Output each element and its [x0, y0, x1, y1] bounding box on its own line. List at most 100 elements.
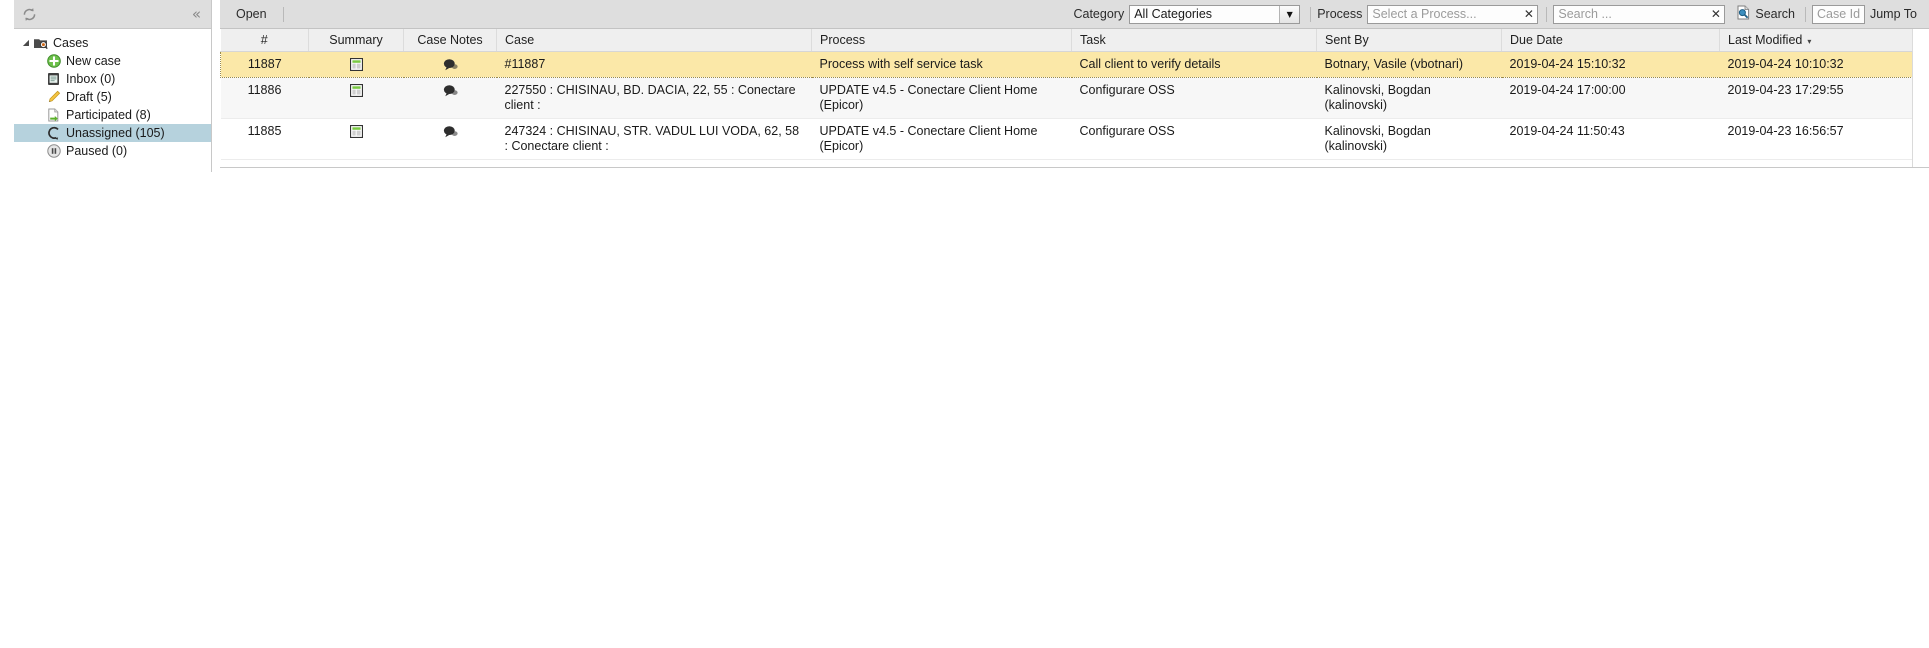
cell-summary[interactable]	[308, 118, 404, 160]
chevron-down-icon[interactable]: ▼	[1279, 5, 1300, 23]
cell-case: 227550 : CHISINAU, BD. DACIA, 22, 55 : C…	[496, 77, 812, 119]
toolbar-divider	[1546, 6, 1548, 22]
toolbar-divider	[1804, 6, 1806, 22]
case-tree: ◢ Cases New case Inbox (0) Draft (5) Par…	[14, 29, 211, 171]
search-button[interactable]: Search	[1730, 3, 1801, 25]
tree-root-label: Cases	[53, 36, 89, 50]
cell-case: 247324 : CHISINAU, STR. VADUL LUI VODA, …	[496, 118, 812, 160]
case-table: # Summary Case Notes Case Process Task S…	[220, 29, 1913, 160]
cell-number: 11886	[220, 77, 309, 119]
cell-last-modified: 2019-04-23 16:56:57	[1719, 118, 1913, 160]
column-header-task[interactable]: Task	[1071, 29, 1317, 52]
column-header-summary[interactable]: Summary	[308, 29, 404, 52]
case-id-input[interactable]: Case Id	[1811, 4, 1865, 24]
cases-folder-icon	[32, 35, 49, 51]
open-button[interactable]: Open	[232, 6, 277, 23]
column-header-sent-by[interactable]: Sent By	[1316, 29, 1502, 52]
sidebar-item-label: Inbox (0)	[66, 72, 116, 86]
table-row[interactable]: 11887 #11887 Process with self service t…	[220, 50, 1913, 78]
table-row[interactable]: 11886 227550: CHISINAU, BD. DACIA, 22, …	[220, 77, 1913, 119]
sidebar-item-paused[interactable]: Paused (0)	[14, 142, 211, 160]
cell-case-notes[interactable]	[403, 77, 497, 119]
cell-sent-by: Kalinovski, Bogdan (kalinovski)	[1316, 118, 1502, 160]
case-management-window: « ◢ Cases New case Inbox (0) Draft (5) P…	[0, 0, 1929, 648]
toolbar-divider	[1310, 6, 1312, 22]
toolbar: Open Category All Categories ▼ Process S…	[220, 0, 1929, 29]
cell-number: 11885	[220, 118, 309, 160]
process-input[interactable]: Select a Process... ✕	[1367, 4, 1539, 24]
search-placeholder: Search ...	[1558, 7, 1612, 21]
cell-sent-by: Kalinovski, Bogdan (kalinovski)	[1316, 77, 1502, 119]
sidebar-item-label: New case	[66, 54, 121, 68]
cell-process: UPDATE v4.5 - Conectare Client Home (Epi…	[811, 77, 1072, 119]
cell-case-notes[interactable]	[403, 50, 497, 78]
summary-form-icon[interactable]	[349, 83, 363, 97]
column-header-last-modified[interactable]: Last Modified ▾	[1719, 29, 1913, 52]
column-header-case[interactable]: Case	[496, 29, 812, 52]
main-content: Open Category All Categories ▼ Process S…	[220, 0, 1929, 168]
cell-due-date: 2019-04-24 15:10:32	[1501, 50, 1720, 78]
table-row[interactable]: 11885 247324: CHISINAU, STR. VADUL LUI …	[220, 118, 1913, 160]
search-input[interactable]: Search ... ✕	[1553, 4, 1726, 24]
process-label: Process	[1317, 7, 1363, 21]
cell-summary[interactable]	[308, 77, 404, 119]
summary-form-icon[interactable]	[349, 124, 363, 138]
sidebar-item-label: Participated (8)	[66, 108, 151, 122]
sidebar-item-label: Unassigned (105)	[66, 126, 165, 140]
sidebar-item-new-case[interactable]: New case	[14, 52, 211, 70]
cell-sent-by: Botnary, Vasile (vbotnari)	[1316, 50, 1502, 78]
category-select[interactable]: All Categories ▼	[1129, 4, 1301, 24]
cell-last-modified: 2019-04-24 10:10:32	[1719, 50, 1913, 78]
cell-number: 11887	[220, 50, 309, 78]
summary-form-icon[interactable]	[349, 57, 363, 71]
sidebar-header: «	[14, 0, 211, 29]
column-header-number[interactable]: #	[220, 29, 309, 52]
cell-due-date: 2019-04-24 17:00:00	[1501, 77, 1720, 119]
search-button-label: Search	[1755, 7, 1795, 21]
toolbar-divider	[282, 6, 284, 22]
vertical-scrollbar[interactable]	[1912, 51, 1929, 167]
sort-descending-icon: ▾	[1807, 36, 1812, 46]
speech-bubble-icon[interactable]	[443, 57, 458, 71]
clear-process-icon[interactable]: ✕	[1520, 8, 1537, 20]
speech-bubble-icon[interactable]	[443, 124, 458, 138]
category-label: Category	[1073, 7, 1125, 21]
cell-due-date: 2019-04-24 11:50:43	[1501, 118, 1720, 160]
process-placeholder: Select a Process...	[1372, 7, 1477, 21]
cell-case: #11887	[496, 50, 812, 78]
cell-case-notes[interactable]	[403, 118, 497, 160]
speech-bubble-icon[interactable]	[443, 83, 458, 97]
sidebar-item-draft[interactable]: Draft (5)	[14, 88, 211, 106]
refresh-icon[interactable]	[21, 6, 38, 23]
cell-task: Call client to verify details	[1071, 50, 1317, 78]
column-header-due-date[interactable]: Due Date	[1501, 29, 1720, 52]
jump-to-button[interactable]: Jump To	[1865, 7, 1929, 21]
table-header-row: # Summary Case Notes Case Process Task S…	[220, 29, 1913, 52]
cell-last-modified: 2019-04-23 17:29:55	[1719, 77, 1913, 119]
column-header-case-notes[interactable]: Case Notes	[403, 29, 497, 52]
clear-search-icon[interactable]: ✕	[1707, 8, 1724, 20]
search-page-icon	[1736, 5, 1751, 23]
sidebar-item-unassigned[interactable]: Unassigned (105)	[14, 124, 211, 142]
case-id-placeholder: Case Id	[1816, 7, 1861, 21]
cell-summary[interactable]	[308, 50, 404, 78]
sidebar-item-participated[interactable]: Participated (8)	[14, 106, 211, 124]
column-header-last-modified-label: Last Modified	[1728, 32, 1803, 47]
column-header-process[interactable]: Process	[811, 29, 1072, 52]
sidebar-item-label: Paused (0)	[66, 144, 128, 158]
sidebar-item-label: Draft (5)	[66, 90, 112, 104]
category-selected-value: All Categories	[1134, 7, 1213, 21]
inbox-icon	[45, 71, 62, 87]
collapse-sidebar-icon[interactable]: «	[192, 6, 203, 22]
cell-task: Configurare OSS	[1071, 77, 1317, 119]
unassigned-icon	[45, 125, 62, 141]
case-grid: # Summary Case Notes Case Process Task S…	[220, 29, 1929, 168]
pause-circle-icon	[45, 143, 62, 159]
sidebar-item-inbox[interactable]: Inbox (0)	[14, 70, 211, 88]
pencil-icon	[45, 89, 62, 105]
cell-task: Configurare OSS	[1071, 118, 1317, 160]
cell-process: UPDATE v4.5 - Conectare Client Home (Epi…	[811, 118, 1072, 160]
tree-root-cases[interactable]: ◢ Cases	[14, 34, 211, 52]
chevron-expanded-icon[interactable]: ◢	[20, 39, 32, 47]
page-arrow-icon	[45, 107, 62, 123]
